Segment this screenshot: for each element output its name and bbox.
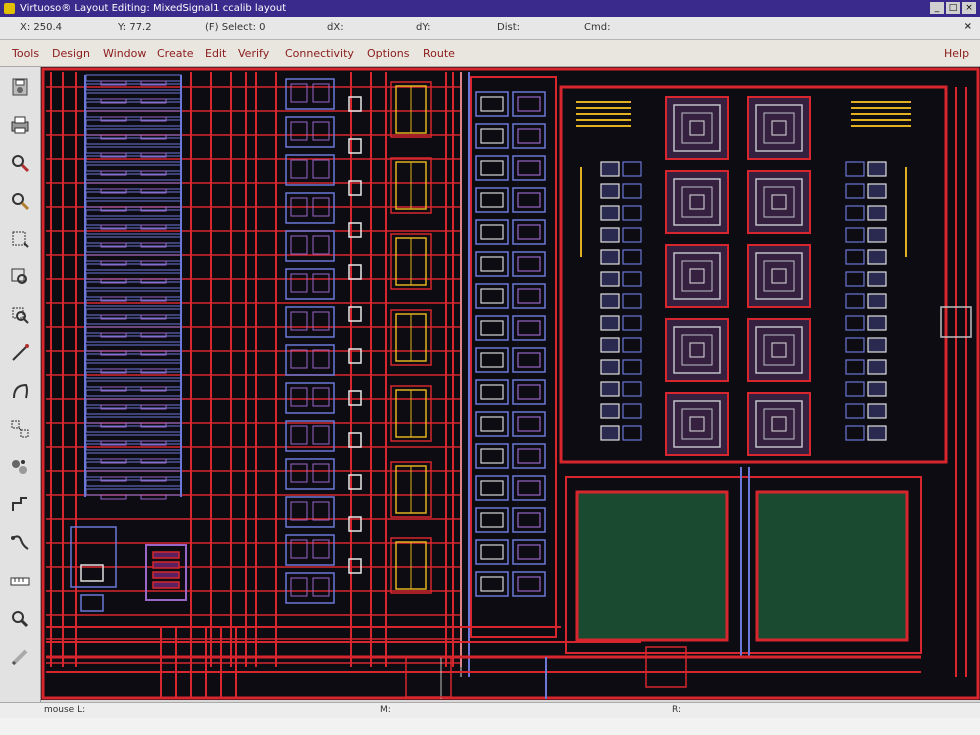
instance-icon[interactable] <box>6 415 34 443</box>
dy-readout: dY: <box>416 22 431 33</box>
mouse-middle-label: M: <box>380 705 391 715</box>
fit-icon[interactable] <box>6 225 34 253</box>
window-controls: _ □ × <box>930 2 976 14</box>
zoom-out-icon[interactable] <box>6 187 34 215</box>
zoom-select-icon[interactable] <box>6 301 34 329</box>
layout-drawing <box>41 67 980 700</box>
menu-route[interactable]: Route <box>423 47 455 60</box>
menu-create[interactable]: Create <box>157 47 194 60</box>
distance-readout: Dist: <box>497 22 520 33</box>
wire-icon[interactable] <box>6 491 34 519</box>
group-icon[interactable] <box>6 453 34 481</box>
app-logo-icon <box>4 3 15 14</box>
menu-bar: Tools Design Window Create Edit Verify C… <box>0 40 980 67</box>
probe-icon[interactable] <box>6 529 34 557</box>
status-close-icon[interactable]: × <box>964 21 972 32</box>
mouse-right-label: R: <box>672 705 682 715</box>
y-coordinate: Y: 77.2 <box>118 22 152 33</box>
command-readout: Cmd: <box>584 22 611 33</box>
window-title: Virtuoso® Layout Editing: MixedSignal1 c… <box>20 3 287 14</box>
ruler-icon[interactable] <box>6 567 34 595</box>
x-coordinate: X: 250.4 <box>20 22 63 33</box>
menu-options[interactable]: Options <box>367 47 409 60</box>
search-icon[interactable] <box>6 605 34 633</box>
menu-verify[interactable]: Verify <box>238 47 269 60</box>
mouse-left-label: mouse L: <box>44 705 86 715</box>
maximize-button[interactable]: □ <box>946 2 960 14</box>
print-icon[interactable] <box>6 111 34 139</box>
mouse-status-bar: mouse L: M: R: <box>0 702 980 719</box>
dx-readout: dX: <box>327 22 344 33</box>
save-icon[interactable] <box>6 73 34 101</box>
close-button[interactable]: × <box>962 2 976 14</box>
minimize-button[interactable]: _ <box>930 2 944 14</box>
selection-count: (F) Select: 0 <box>205 22 266 33</box>
path-icon[interactable] <box>6 339 34 367</box>
tool-palette <box>0 67 41 702</box>
zoom-in-icon[interactable] <box>6 149 34 177</box>
window-bottom-edge <box>0 718 980 735</box>
menu-tools[interactable]: Tools <box>12 47 39 60</box>
title-bar: Virtuoso® Layout Editing: MixedSignal1 c… <box>0 0 980 17</box>
arc-icon[interactable] <box>6 377 34 405</box>
zoom-area-icon[interactable] <box>6 263 34 291</box>
layout-canvas[interactable] <box>41 67 980 700</box>
pencil-icon[interactable] <box>6 643 34 671</box>
menu-design[interactable]: Design <box>52 47 90 60</box>
coordinate-status-bar: X: 250.4 Y: 77.2 (F) Select: 0 dX: dY: D… <box>0 17 980 40</box>
menu-window[interactable]: Window <box>103 47 146 60</box>
menu-help[interactable]: Help <box>944 47 969 60</box>
menu-edit[interactable]: Edit <box>205 47 226 60</box>
menu-connectivity[interactable]: Connectivity <box>285 47 354 60</box>
